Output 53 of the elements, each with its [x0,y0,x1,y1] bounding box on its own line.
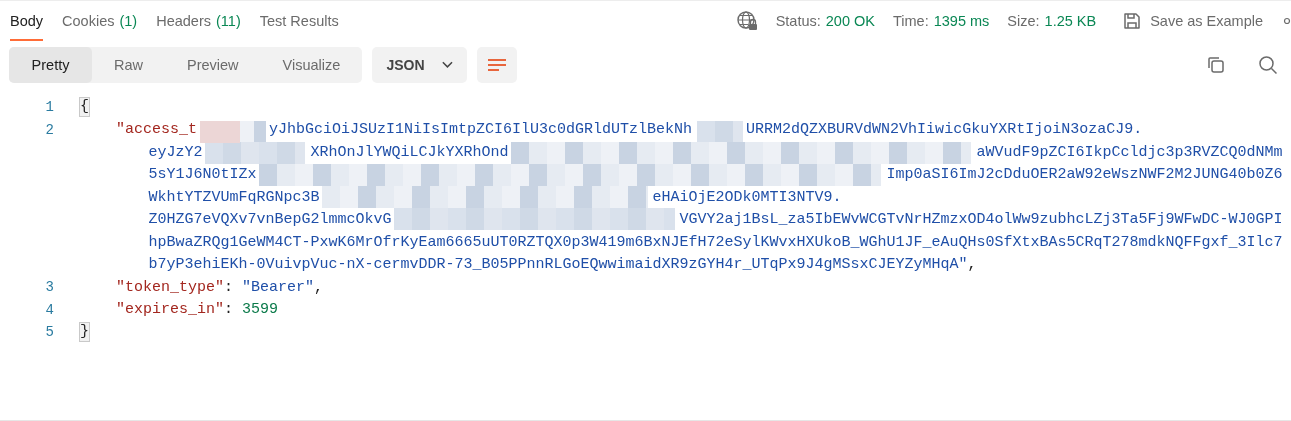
code-text: WkhtYTZVUmFqRGNpc3B [148,188,320,206]
copy-icon[interactable] [1206,55,1226,75]
code-text: eHAiOjE2ODk0MTI3NTV9. [652,188,842,206]
response-tab[interactable]: Headers (11) [156,1,241,41]
code-text: Z0HZG7eVQXv7vnBepG2lmmcOkvG [148,211,392,229]
view-mode-tab[interactable]: Pretty [9,47,92,83]
response-tab[interactable]: Test Results [259,1,339,41]
search-icon[interactable] [1258,55,1278,75]
line-number: 4 [44,301,54,318]
response-tab[interactable]: Cookies (1) [62,1,138,41]
line-number: 3 [44,279,54,296]
code-text: aWVudF9pZCI6IkpCcldjc3p3RVZCQ0dNMm [976,143,1283,161]
bracket: } [80,323,89,342]
code-text: "access_t [116,121,197,139]
code-text: URRM2dQZXBURVdWN2VhIiwicGkuYXRtIjoiN3ozaCJ9. [746,121,1143,139]
bracket: { [80,98,89,117]
line-number: 1 [44,99,54,116]
view-mode-tab[interactable]: Raw [92,47,165,83]
code-text: 5sY1J6N0tIZx [148,166,257,184]
code-text: eyJzY2 [148,143,203,161]
code-punctuation: : [224,278,235,296]
code-text: XRhOnJlYWQiLCJkYXRhOnd [310,143,509,161]
save-icon [1122,11,1143,31]
code-punctuation: : [224,301,235,319]
more-icon[interactable] [1283,17,1291,25]
meta-label: Size: [1007,13,1040,29]
code-punctuation: , [314,278,324,296]
meta-value: 200 OK [825,13,875,29]
globe-lock-icon[interactable] [735,10,758,32]
line-number: 2 [44,121,54,138]
response-tab[interactable]: Body [10,1,44,41]
code-text: yJhbGciOiJSUzI1NiIsImtpZCI6IlU3c0dGRldUTzlBekNh [269,121,693,139]
code-text: hpBwaZRQg1GeWM4CT-PxwK6MrOfrKyEam6665uUT0RZTQX0p3W419m6BxNJEfH72eSylKWvxHXUkoB_WGhU1JF_eAuQHs0SfXtxBAs5CRqT278mdkNQFFgxf_3Ilc7 [148,233,1283,251]
save-example-button[interactable]: Save as Example [1118,11,1267,31]
format-dropdown[interactable]: JSON [372,47,468,83]
lines-icon [487,58,508,72]
chevron-down-icon [440,60,454,70]
line-number: 5 [44,324,54,341]
code-text: VGVY2aj1BsL_za5IbEWvWCGTvNrHZmzxOD4olWw9zubhcLZj3Ta5Fj9WFwDC-WJ0GPI [679,211,1283,229]
meta-value: 1395 ms [933,13,990,29]
meta-value: 1.25 KB [1044,13,1097,29]
code-text: 3599 [242,301,279,319]
meta-label: Status: [775,13,821,29]
code-text: "Bearer" [242,278,315,296]
code-text: Imp0aSI6ImJ2cDduOER2aW92eWszNWF2M2JUNG40b0Z6 [886,166,1283,184]
view-mode-tab[interactable]: Preview [165,47,261,83]
code-text: "expires_in" [116,301,225,319]
code-text: "token_type" [116,278,225,296]
view-mode-tab[interactable]: Visualize [260,47,363,83]
code-text: b7yP3ehiEKh-0VuivpVuc-nX-cermvDDR-73_B05PPnnRLGoEQwwimaidXR9zGYH4r_UTqPx9J4gMSsxCJEYZyMHqA" [148,256,968,274]
code-punctuation: , [967,256,977,274]
meta-label: Time: [892,13,929,29]
wrap-lines-button[interactable] [477,47,518,83]
